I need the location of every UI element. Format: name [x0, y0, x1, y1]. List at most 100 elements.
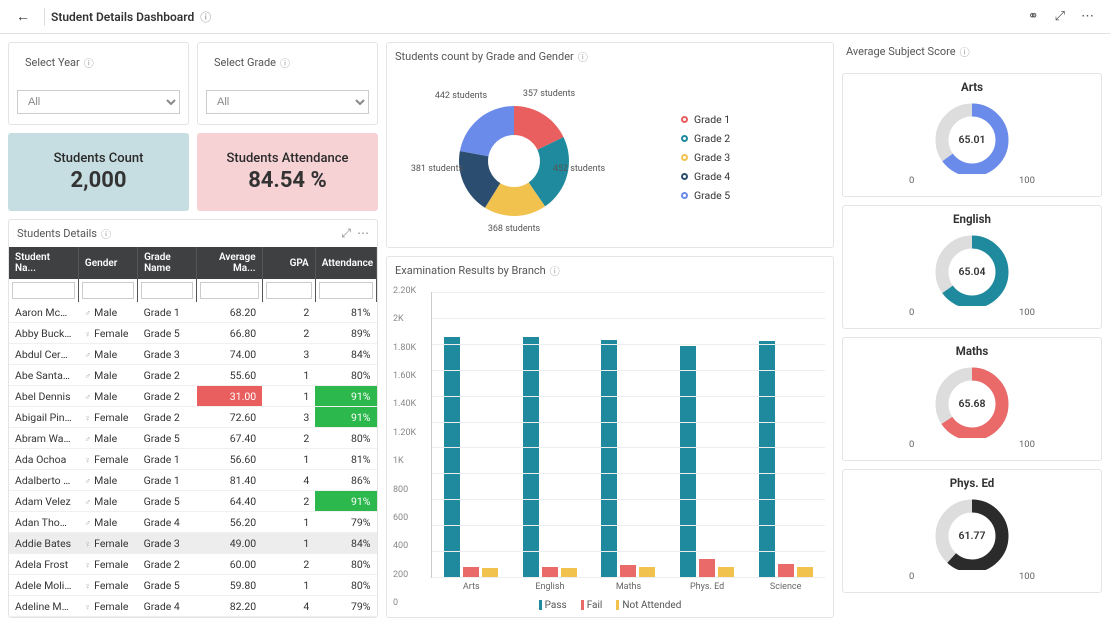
table-row[interactable]: Aaron Mcgui...♂MaleGrade 168.20281% — [9, 302, 377, 323]
bar-na[interactable] — [797, 567, 813, 577]
donut-chart[interactable]: 357 students452 students368 students381 … — [399, 76, 681, 239]
bar-chart[interactable]: ArtsEnglishMathsPhys. EdScience 2.20K2K1… — [387, 284, 833, 596]
info-icon[interactable]: ⓘ — [101, 226, 111, 241]
bar-fail[interactable] — [542, 567, 558, 577]
table-row[interactable]: Adan Thomp...♂MaleGrade 456.20179% — [9, 512, 377, 533]
kpi-label: Students Count — [16, 151, 181, 166]
kpi-value: 84.54 % — [205, 168, 370, 193]
info-icon[interactable]: ⓘ — [550, 263, 560, 278]
gauge-card: Maths 65.68 0100 — [842, 337, 1102, 461]
y-tick: 800 — [393, 485, 408, 495]
col-header[interactable]: Student Na... — [9, 247, 78, 279]
y-tick: 0 — [393, 598, 398, 608]
legend-pass: Pass — [539, 600, 567, 611]
donut-card: Students count by Grade and Gender ⓘ 357… — [386, 42, 834, 248]
svg-text:442 students: 442 students — [435, 91, 488, 101]
select-year-dropdown[interactable]: All — [17, 90, 180, 114]
col-filter-input[interactable] — [200, 282, 258, 299]
more-icon[interactable]: ⋯ — [1073, 5, 1102, 28]
col-filter-input[interactable] — [266, 282, 312, 299]
bar-pass[interactable] — [444, 337, 460, 577]
legend-item[interactable]: Grade 5 — [681, 189, 811, 202]
y-tick: 200 — [393, 570, 408, 580]
gauge-max: 100 — [1019, 175, 1035, 186]
expand-icon[interactable]: ⤢ — [341, 226, 351, 241]
gauge-max: 100 — [1019, 307, 1035, 318]
col-filter-input[interactable] — [82, 282, 134, 299]
bar-pass[interactable] — [680, 346, 696, 577]
select-grade-dropdown[interactable]: All — [206, 90, 369, 114]
table-row[interactable]: Abby Buckley♀FemaleGrade 566.80289% — [9, 323, 377, 344]
info-icon[interactable]: ⓘ — [280, 55, 290, 70]
y-tick: 600 — [393, 513, 408, 523]
legend-item[interactable]: Grade 3 — [681, 151, 811, 164]
kpi-students-attendance: Students Attendance 84.54 % — [197, 133, 378, 211]
bar-pass[interactable] — [523, 337, 539, 577]
gauge-title: Phys. Ed — [851, 476, 1093, 490]
select-grade-label: Select Grade — [214, 56, 276, 69]
info-icon[interactable]: ⓘ — [578, 49, 588, 64]
svg-text:65.04: 65.04 — [959, 265, 986, 278]
y-tick: 400 — [393, 541, 408, 551]
gauge-min: 0 — [909, 175, 914, 186]
gauge-title: Arts — [851, 80, 1093, 94]
col-filter-input[interactable] — [12, 282, 75, 299]
select-year-label: Select Year — [25, 56, 80, 69]
gauge-card: Arts 65.01 0100 — [842, 73, 1102, 197]
table-row[interactable]: Abram Walter♂MaleGrade 567.40280% — [9, 428, 377, 449]
bar-pass[interactable] — [759, 341, 775, 577]
table-row[interactable]: Abdul Cerva...♂MaleGrade 374.00384% — [9, 344, 377, 365]
info-icon[interactable]: ⓘ — [84, 55, 94, 70]
table-row[interactable]: Adalberto Ch...♂MaleGrade 181.40486% — [9, 470, 377, 491]
table-row[interactable]: Abe Santana♂MaleGrade 255.60180% — [9, 365, 377, 386]
col-header[interactable]: Attendance — [315, 247, 376, 279]
bar-pass[interactable] — [601, 340, 617, 577]
bar-na[interactable] — [718, 567, 734, 577]
gauge-max: 100 — [1019, 439, 1035, 450]
svg-text:452 students: 452 students — [553, 164, 606, 174]
bar-fail[interactable] — [699, 559, 715, 577]
table-row[interactable]: Abel Dennis♂MaleGrade 231.00191% — [9, 386, 377, 407]
separator — [44, 8, 45, 26]
page-title: Student Details Dashboard — [51, 10, 194, 24]
col-header[interactable]: GPA — [262, 247, 315, 279]
y-tick: 1.80K — [393, 343, 416, 353]
table-row[interactable]: Addie Bates♀FemaleGrade 349.00184% — [9, 533, 377, 554]
table-row[interactable]: Adele Molina♀FemaleGrade 559.80180% — [9, 575, 377, 596]
col-filter-input[interactable] — [141, 282, 193, 299]
col-header[interactable]: Average Ma... — [197, 247, 262, 279]
bar-na[interactable] — [639, 567, 655, 577]
card-title: Students count by Grade and Gender — [395, 50, 574, 63]
bar-fail[interactable] — [620, 565, 636, 577]
bar-fail[interactable] — [778, 564, 794, 577]
legend-na: Not Attended — [616, 600, 681, 611]
bar-fail[interactable] — [463, 567, 479, 577]
legend-item[interactable]: Grade 2 — [681, 132, 811, 145]
info-icon[interactable]: ⓘ — [960, 44, 970, 59]
legend-item[interactable]: Grade 4 — [681, 170, 811, 183]
back-button[interactable]: ← — [8, 4, 38, 29]
students-table[interactable]: Student Na...GenderGrade NameAverage Ma.… — [9, 247, 377, 617]
legend-item[interactable]: Grade 1 — [681, 113, 811, 126]
info-icon[interactable]: ⓘ — [200, 9, 211, 25]
gauge-card: English 65.04 0100 — [842, 205, 1102, 329]
more-icon[interactable]: ⋯ — [357, 226, 369, 241]
donut-legend: Grade 1 Grade 2 Grade 3 Grade 4 Grade 5 — [681, 76, 821, 239]
table-row[interactable]: Abigail Pineda♀FemaleGrade 272.60391% — [9, 407, 377, 428]
col-filter-input[interactable] — [319, 282, 373, 299]
x-tick: English — [511, 582, 590, 592]
col-header[interactable]: Gender — [78, 247, 137, 279]
expand-icon[interactable]: ⤢ — [1047, 5, 1073, 28]
bar-na[interactable] — [482, 568, 498, 577]
link-icon[interactable]: ⚭ — [1020, 5, 1047, 28]
table-row[interactable]: Adela Frost♀FemaleGrade 260.00280% — [9, 554, 377, 575]
bar-na[interactable] — [561, 568, 577, 577]
students-details-card: Students Details ⓘ ⤢⋯ Student Na...Gende… — [8, 219, 378, 618]
table-row[interactable]: Adeline Mon...♀FemaleGrade 482.20479% — [9, 596, 377, 617]
col-header[interactable]: Grade Name — [138, 247, 197, 279]
table-row[interactable]: Adam Velez♂MaleGrade 564.40291% — [9, 491, 377, 512]
card-title: Examination Results by Branch — [395, 264, 546, 277]
gauge-max: 100 — [1019, 571, 1035, 582]
kpi-value: 2,000 — [16, 168, 181, 193]
table-row[interactable]: Ada Ochoa♀FemaleGrade 156.60181% — [9, 449, 377, 470]
